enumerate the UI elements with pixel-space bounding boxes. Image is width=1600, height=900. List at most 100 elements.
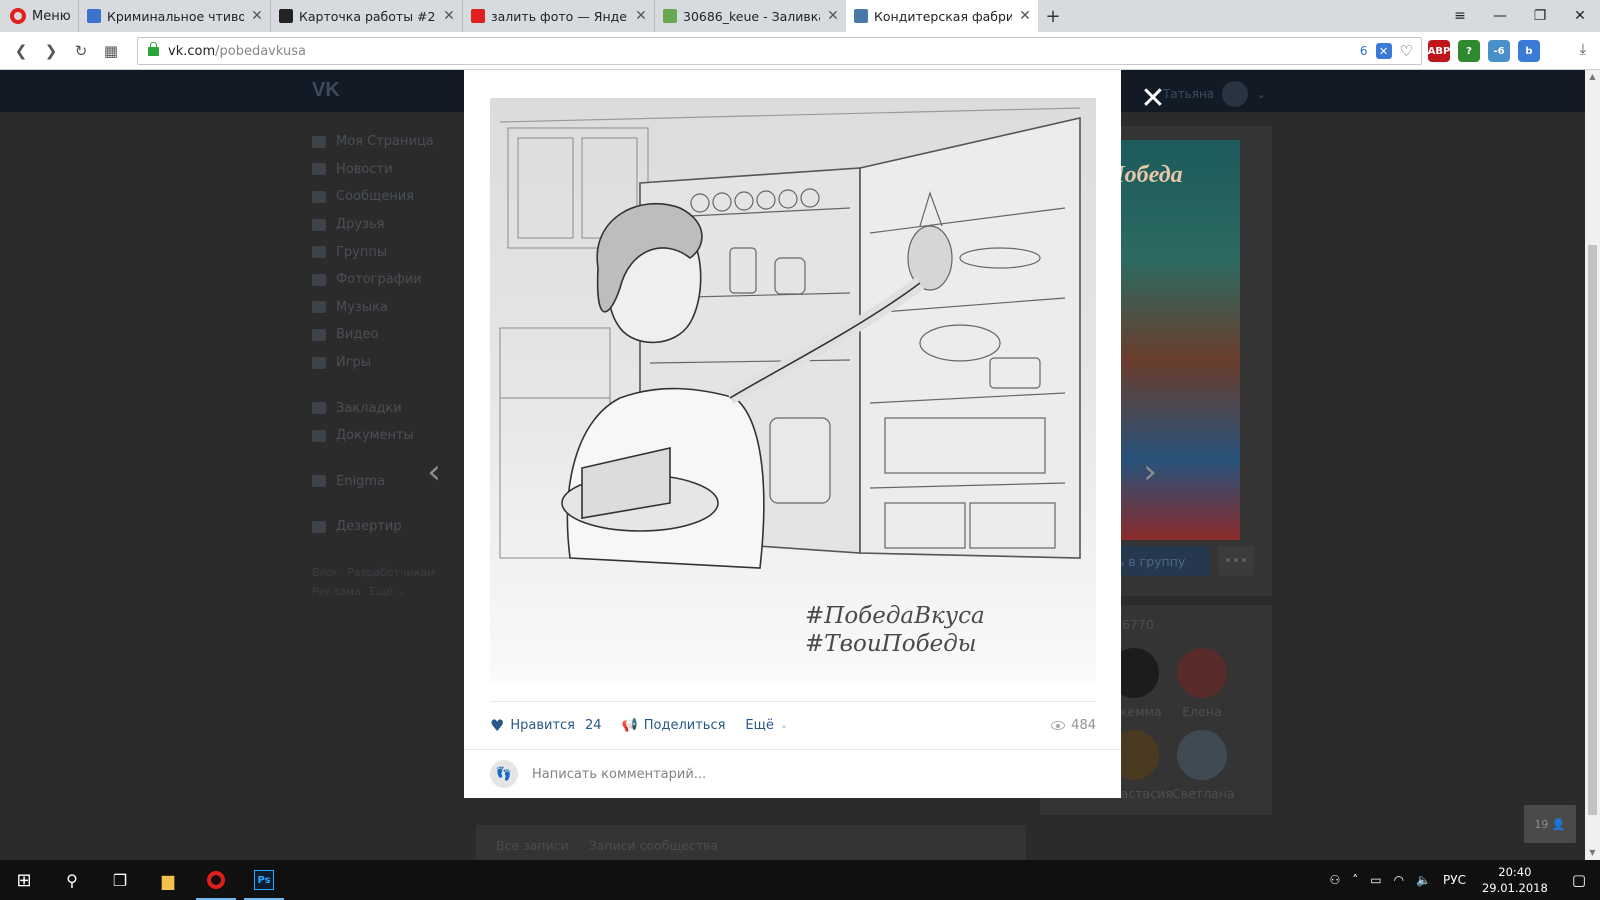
browser-tab-3[interactable]: залить фото — Яндекс: н ✕: [462, 0, 654, 32]
sidebar-app-second-1[interactable]: Дезертир: [312, 513, 443, 541]
tab-menu-icon[interactable]: ≡: [1440, 0, 1480, 32]
photoshop-taskbar-icon[interactable]: Ps: [240, 860, 288, 900]
scroll-down-icon[interactable]: ▼: [1585, 846, 1600, 860]
close-tab-icon[interactable]: ✕: [1018, 8, 1032, 24]
online-counter-button[interactable]: 19 👤: [1524, 805, 1576, 843]
tab-community-posts[interactable]: Записи сообщества: [589, 838, 718, 853]
browser-tab-4[interactable]: 30686_keue - Заливка уд ✕: [654, 0, 846, 32]
new-tab-button[interactable]: +: [1038, 0, 1068, 32]
vk-user-menu[interactable]: Татьяна ⌄: [1163, 81, 1266, 107]
people-icon[interactable]: ⚇: [1323, 873, 1346, 887]
sidebar-item-icon: [312, 190, 326, 203]
reload-icon[interactable]: ↻: [66, 42, 96, 60]
close-viewer-icon[interactable]: ✕: [1138, 81, 1168, 116]
minimize-window-icon[interactable]: —: [1480, 0, 1520, 32]
like-button[interactable]: ♥ Нравится 24: [490, 716, 602, 735]
wall-tabs: Все записи Записи сообщества: [476, 825, 1026, 860]
task-view-icon[interactable]: ❐: [96, 860, 144, 900]
clock[interactable]: 20:40 29.01.2018: [1472, 864, 1558, 896]
browser-tab-1[interactable]: Криминальное чтиво - Тв ✕: [78, 0, 270, 32]
sidebar-item-secondary-1[interactable]: Закладки: [312, 394, 443, 422]
url-host: vk.com: [168, 43, 216, 59]
opera-taskbar-icon[interactable]: [192, 860, 240, 900]
more-actions-button[interactable]: Ещё ⌄: [745, 718, 788, 733]
sidebar-item-icon: [312, 135, 326, 148]
sidebar-item-3[interactable]: Сообщения: [312, 183, 443, 211]
show-hidden-icons-icon[interactable]: ˄: [1346, 873, 1364, 887]
vk-extension-icon[interactable]: ✕: [1375, 43, 1392, 59]
wifi-icon[interactable]: ◠: [1388, 873, 1410, 887]
online-counter: 19: [1534, 817, 1549, 831]
heart-icon: ♥: [490, 716, 505, 735]
close-tab-icon[interactable]: ✕: [826, 8, 840, 24]
secure-lock-icon: [148, 41, 159, 56]
speed-dial-icon[interactable]: ▦: [96, 42, 126, 60]
sidebar-item-label: Фотографии: [336, 272, 422, 288]
browser-menu-button[interactable]: Меню: [0, 0, 78, 32]
photo-viewer-modal: #ПобедаВкуса #ТвоиПобеды ♥ Нравится 24 📢…: [464, 70, 1121, 798]
group-more-button[interactable]: •••: [1218, 546, 1254, 576]
sidebar-item-6[interactable]: Фотографии: [312, 266, 443, 294]
downloads-icon[interactable]: ⤓: [1568, 40, 1598, 58]
close-tab-icon[interactable]: ✕: [634, 8, 648, 24]
browser-menu-label: Меню: [32, 8, 71, 24]
comment-input[interactable]: [532, 766, 1092, 782]
forward-icon[interactable]: ❯: [36, 42, 66, 60]
scrollbar-thumb[interactable]: [1588, 245, 1597, 815]
weather-icon[interactable]: -6: [1488, 40, 1510, 62]
member-item[interactable]: Елена: [1172, 648, 1232, 719]
sidebar-item-8[interactable]: Видео: [312, 321, 443, 349]
previous-photo-arrow-icon[interactable]: ‹: [421, 452, 447, 492]
share-button[interactable]: 📢 Поделиться: [622, 718, 726, 733]
adblock-icon[interactable]: ABP: [1428, 40, 1450, 62]
close-tab-icon[interactable]: ✕: [442, 8, 456, 24]
download-ext-icon[interactable]: ?: [1458, 40, 1480, 62]
url-badge-count: 6: [1359, 44, 1368, 58]
sidebar-item-7[interactable]: Музыка: [312, 294, 443, 322]
url-field[interactable]: vk.com/pobedavkusa 6 ✕ ♡: [137, 37, 1422, 65]
action-center-icon[interactable]: ▢: [1558, 871, 1600, 889]
footer-link[interactable]: Блог: [312, 566, 339, 579]
sidebar-item-label: Игры: [336, 355, 372, 371]
page-scrollbar[interactable]: ▲ ▼: [1585, 70, 1600, 860]
sidebar-item-secondary-2[interactable]: Документы: [312, 422, 443, 450]
group-promo-image: [1100, 140, 1240, 540]
sidebar-item-label: Моя Страница: [336, 134, 434, 150]
share-label: Поделиться: [643, 718, 726, 733]
volume-icon[interactable]: 🔈: [1410, 873, 1437, 887]
file-explorer-icon[interactable]: ▆: [144, 860, 192, 900]
post-photo[interactable]: #ПобедаВкуса #ТвоиПобеды: [490, 98, 1096, 683]
sidebar-item-4[interactable]: Друзья: [312, 211, 443, 239]
close-tab-icon[interactable]: ✕: [250, 8, 264, 24]
footer-link[interactable]: Ещё ⌄: [369, 585, 406, 598]
close-window-icon[interactable]: ✕: [1560, 0, 1600, 32]
language-indicator[interactable]: РУС: [1437, 873, 1472, 887]
sidebar-item-icon: [312, 163, 326, 176]
battery-icon[interactable]: ▭: [1364, 873, 1387, 887]
footer-link[interactable]: Разработчикам: [347, 566, 435, 579]
sidebar-item-2[interactable]: Новости: [312, 156, 443, 184]
bookmark-heart-icon[interactable]: ♡: [1400, 42, 1413, 60]
sidebar-item-label: Группы: [336, 244, 388, 260]
footer-link[interactable]: Реклама: [312, 585, 361, 598]
tab-all-posts[interactable]: Все записи: [496, 838, 569, 853]
translate-icon[interactable]: b: [1518, 40, 1540, 62]
member-item[interactable]: Светлана: [1172, 730, 1235, 801]
restore-window-icon[interactable]: ❐: [1520, 0, 1560, 32]
sidebar-item-icon: [312, 246, 326, 259]
scroll-up-icon[interactable]: ▲: [1585, 70, 1600, 84]
video-favicon-icon: [87, 9, 101, 23]
sidebar-item-9[interactable]: Игры: [312, 349, 443, 377]
sidebar-item-label: Друзья: [336, 217, 385, 233]
sidebar-item-label: Новости: [336, 161, 393, 177]
sidebar-item-1[interactable]: Моя Страница: [312, 128, 443, 156]
vk-logo[interactable]: VK: [312, 79, 340, 102]
next-photo-arrow-icon[interactable]: ›: [1137, 452, 1163, 492]
browser-tab-5[interactable]: Кондитерская фабрика « ✕: [846, 0, 1038, 32]
search-icon[interactable]: ⚲: [48, 860, 96, 900]
opera-logo-icon: [207, 871, 225, 889]
start-button[interactable]: ⊞: [0, 860, 48, 900]
back-icon[interactable]: ❮: [6, 42, 36, 60]
browser-tab-2[interactable]: Карточка работы #21344 ✕: [270, 0, 462, 32]
sidebar-item-5[interactable]: Группы: [312, 238, 443, 266]
